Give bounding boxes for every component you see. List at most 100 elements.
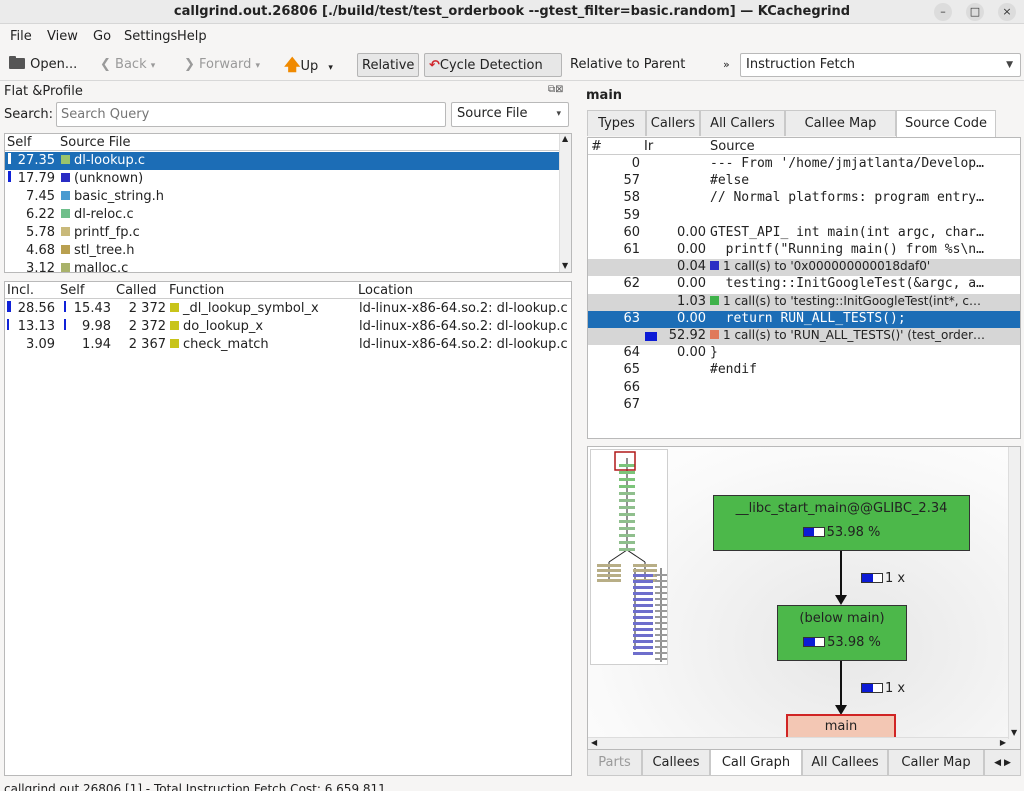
call-text: 1 call(s) to '0x000000000018daf0' [723, 259, 931, 274]
source-line-row[interactable]: 57 #else [588, 173, 1020, 190]
tab-caller-map[interactable]: Caller Map [888, 750, 984, 776]
source-line-row[interactable]: 66 [588, 380, 1020, 397]
menu-file[interactable]: File [10, 29, 32, 44]
source-line-row[interactable]: 62 0.00 testing::InitGoogleTest(&argc, a… [588, 276, 1020, 293]
col-self[interactable]: Self [7, 135, 31, 150]
color-swatch-icon [61, 245, 70, 254]
tab-callees[interactable]: Callees [642, 750, 710, 776]
scroll-left-icon[interactable]: ◀ [591, 738, 597, 747]
scroll-down-icon[interactable]: ▼ [1011, 728, 1017, 737]
source-file-row[interactable]: 7.45 basic_string.h [5, 188, 571, 206]
col-incl[interactable]: Incl. [7, 283, 34, 298]
source-view-header: # Ir Source [588, 138, 1020, 155]
source-file-row[interactable]: 3.12 malloc.c [5, 260, 571, 272]
source-line-row[interactable]: 61 0.00 printf("Running main() from %s\n… [588, 242, 1020, 259]
scroll-right-icon[interactable]: ▶ [1004, 758, 1011, 768]
tab-callers[interactable]: Callers [646, 110, 700, 136]
tab-types[interactable]: Types [587, 110, 646, 136]
graph-edge-label[interactable]: 1 x [861, 571, 905, 586]
source-line-row[interactable]: 65 #endif [588, 362, 1020, 379]
tab-call-graph[interactable]: Call Graph [710, 750, 802, 776]
self-value: 6.22 [26, 207, 55, 222]
source-file-row[interactable]: 4.68 stl_tree.h [5, 242, 571, 260]
source-file-row[interactable]: 5.78 printf_fp.c [5, 224, 571, 242]
line-number: 58 [623, 190, 640, 206]
scroll-left-icon[interactable]: ◀ [994, 758, 1001, 768]
source-line-row[interactable]: 0 --- From '/home/jmjatlanta/Develop… [588, 156, 1020, 173]
call-graph-view[interactable]: __libc_start_main@@GLIBC_2.34 53.98 % 1 … [587, 446, 1021, 750]
event-type-value: Instruction Fetch [746, 57, 855, 72]
col-source-file[interactable]: Source File [60, 135, 131, 150]
col-function[interactable]: Function [169, 283, 224, 298]
call-row[interactable]: 1.03 1 call(s) to 'testing::InitGoogleTes… [588, 293, 1020, 311]
node-cost: 53.98 % [827, 635, 881, 650]
search-input[interactable] [56, 102, 446, 127]
source-file-row[interactable]: 6.22 dl-reloc.c [5, 206, 571, 224]
source-text: testing::InitGoogleTest(&argc, a… [710, 276, 984, 292]
graph-node-below-main[interactable]: (below main) 53.98 % [777, 605, 907, 661]
scrollbar-vertical[interactable]: ▼ [1008, 447, 1020, 739]
source-file-row[interactable]: 17.79 (unknown) [5, 170, 571, 188]
open-button[interactable]: Open... [8, 53, 77, 77]
graph-edge-label[interactable]: 1 x [861, 681, 905, 696]
dropdown-arrow-icon: ▾ [328, 63, 333, 73]
menu-settings[interactable]: Settings [124, 29, 177, 44]
col-line[interactable]: # [591, 139, 602, 154]
tab-all-callers[interactable]: All Callers [700, 110, 785, 136]
call-row[interactable]: 52.92 1 call(s) to 'RUN_ALL_TESTS()' (tes… [588, 328, 1020, 345]
title-bar: callgrind.out.26806 [./build/test/test_o… [0, 0, 1024, 24]
source-line-row[interactable]: 60 0.00 GTEST_API_ int main(int argc, char… [588, 225, 1020, 242]
called-value: 2 367 [128, 337, 166, 352]
call-graph-canvas [835, 551, 847, 715]
function-row[interactable]: 28.56 15.43 2 372 _dl_lookup_symbol_x ld-lin… [5, 300, 571, 318]
source-line-row[interactable]: 59 [588, 208, 1020, 225]
source-line-row[interactable]: 58 // Normal platforms: program entry… [588, 190, 1020, 207]
col-location[interactable]: Location [358, 283, 413, 298]
maximize-button[interactable]: □ [966, 3, 984, 21]
col-source[interactable]: Source [710, 139, 755, 154]
scroll-up-icon[interactable]: ▲ [562, 134, 568, 143]
source-line-row[interactable]: 63 0.00 return RUN_ALL_TESTS(); [588, 310, 1020, 328]
relative-to-parent-toggle[interactable]: Relative to Parent [570, 53, 685, 77]
scroll-down-icon[interactable]: ▼ [562, 261, 568, 270]
function-name: _dl_lookup_symbol_x [170, 301, 319, 316]
up-button[interactable]: 🡅Up ▾ [284, 53, 333, 77]
scrollbar-vertical[interactable]: ▲ ▼ [559, 134, 571, 272]
col-self[interactable]: Self [60, 283, 84, 298]
source-line-row[interactable]: 67 [588, 397, 1020, 414]
tab-parts[interactable]: Parts [587, 750, 642, 776]
close-button[interactable]: × [998, 3, 1016, 21]
file-name-text: basic_string.h [74, 189, 164, 204]
forward-button[interactable]: ❯ Forward ▾ [184, 53, 260, 77]
col-called[interactable]: Called [116, 283, 157, 298]
menu-help[interactable]: Help [177, 29, 207, 44]
menu-view[interactable]: View [47, 29, 78, 44]
file-name-text: printf_fp.c [74, 225, 140, 240]
graph-node-libc-start-main[interactable]: __libc_start_main@@GLIBC_2.34 53.98 % [713, 495, 970, 551]
group-by-select[interactable]: Source File ▾ [451, 102, 569, 127]
relative-toggle[interactable]: Relative [357, 53, 420, 77]
self-value: 17.79 [17, 171, 55, 186]
minimize-button[interactable]: – [934, 3, 952, 21]
event-type-select[interactable]: Instruction Fetch ▼ [740, 53, 1021, 77]
tab-all-callees[interactable]: All Callees [802, 750, 888, 776]
scroll-right-icon[interactable]: ▶ [1000, 738, 1006, 747]
tab-source-code[interactable]: Source Code [896, 110, 996, 137]
back-button[interactable]: ❮ Back ▾ [100, 53, 155, 77]
scrollbar-horizontal[interactable]: ◀ ▶ [588, 737, 1020, 749]
function-row[interactable]: 13.13 9.98 2 372 do_lookup_x ld-linux-x86-64… [5, 318, 571, 336]
tab-scroll-arrows[interactable]: ◀ ▶ [984, 750, 1021, 776]
col-ir[interactable]: Ir [644, 139, 653, 154]
tab-callee-map[interactable]: Callee Map [785, 110, 896, 136]
call-row[interactable]: 0.04 1 call(s) to '0x000000000018daf0' [588, 259, 1020, 277]
menu-go[interactable]: Go [93, 29, 111, 44]
source-code-view: # Ir Source 0 --- From '/home/jmjatlanta/… [587, 137, 1021, 439]
file-name-text: stl_tree.h [74, 243, 135, 258]
source-file-row[interactable]: 27.35 dl-lookup.c [5, 152, 571, 170]
location-value: ld-linux-x86-64.so.2: dl-lookup.c [359, 337, 568, 352]
cycle-detection-toggle[interactable]: ↶Cycle Detection [424, 53, 562, 77]
toolbar-overflow-button[interactable]: » [723, 53, 730, 77]
source-line-row[interactable]: 64 0.00} [588, 345, 1020, 362]
function-row[interactable]: 3.09 1.94 2 367 check_match ld-linux-x86-64.… [5, 336, 571, 354]
dock-float-close-icons[interactable]: ⧉⊠ [548, 84, 564, 95]
